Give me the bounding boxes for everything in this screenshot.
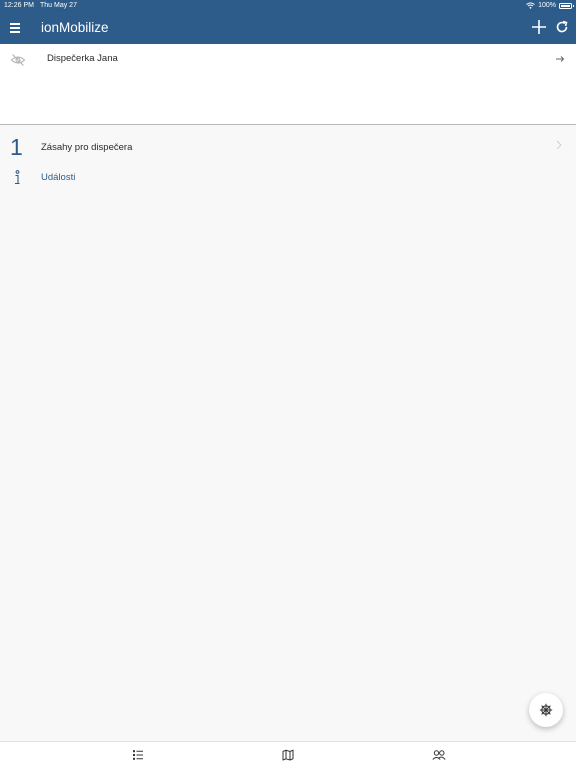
plus-icon[interactable] [531, 19, 547, 35]
status-time: 12:26 PM [4, 2, 34, 9]
wifi-icon [526, 2, 535, 9]
events-label: Události [41, 172, 76, 183]
eye-slash-icon[interactable] [10, 52, 26, 68]
list-item-interventions[interactable]: 1 Zásahy pro dispečera [0, 126, 576, 164]
battery-percent: 100% [538, 2, 556, 9]
user-name: Dispečerka Jana [47, 53, 118, 64]
arrow-right-icon[interactable] [555, 54, 565, 64]
nav-people-button[interactable] [418, 742, 458, 768]
app-bar: ionMobilize [0, 11, 576, 44]
chevron-right-icon [556, 140, 562, 150]
helm-fab-button[interactable] [529, 693, 563, 727]
battery-icon [559, 2, 574, 9]
interventions-label: Zásahy pro dispečera [41, 142, 133, 153]
map-icon [282, 749, 294, 761]
user-section: Dispečerka Jana [0, 44, 576, 125]
status-bar: 12:26 PM Thu May 27 100% [0, 0, 576, 11]
people-icon [432, 750, 446, 760]
app-title: ionMobilize [41, 20, 109, 35]
status-date: Thu May 27 [40, 2, 77, 9]
list-item-events[interactable]: Události [0, 164, 576, 190]
list-icon [133, 750, 143, 760]
bottom-nav [0, 741, 576, 768]
helm-icon [539, 703, 553, 717]
info-icon [15, 170, 20, 185]
status-indicators: 100% [526, 0, 574, 11]
menu-icon[interactable] [9, 20, 23, 34]
refresh-icon[interactable] [555, 20, 569, 34]
nav-list-button[interactable] [118, 742, 158, 768]
nav-map-button[interactable] [268, 742, 308, 768]
interventions-count: 1 [10, 134, 23, 160]
